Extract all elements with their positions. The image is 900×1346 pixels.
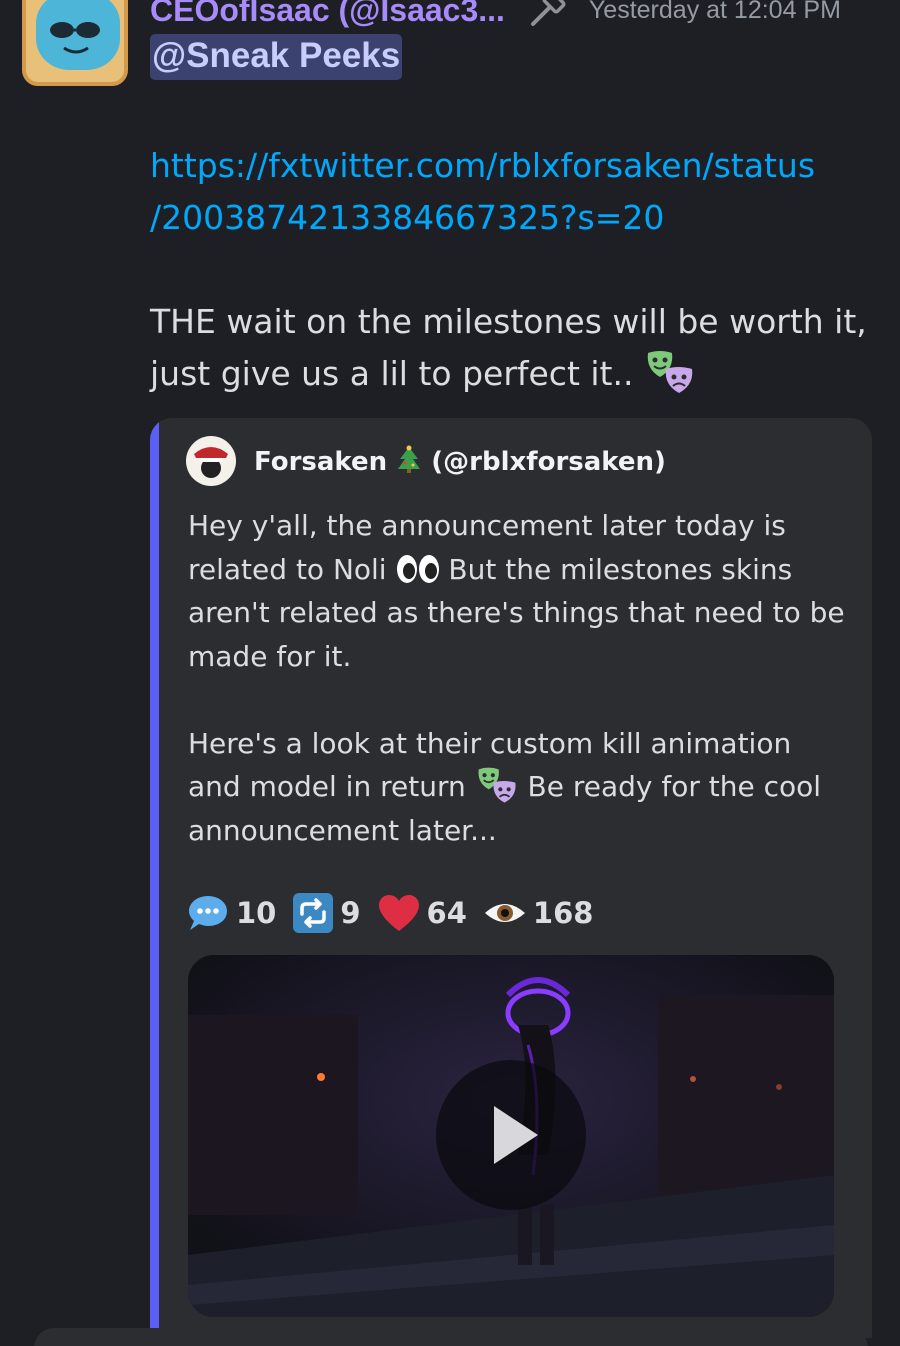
replies-stat: 10 <box>186 893 276 933</box>
author-name[interactable]: CEOofIsaac (@Isaac3... <box>150 0 505 29</box>
eyes-emoji <box>396 554 439 583</box>
tweet-link-line1[interactable]: https://fxtwitter.com/rblxforsaken/statu… <box>150 140 850 192</box>
message-text: THE wait on the milestones will be worth… <box>150 302 867 393</box>
message-composer[interactable] <box>34 1328 868 1346</box>
hammer-icon <box>530 0 566 26</box>
message-timestamp: Yesterday at 12:04 PM <box>588 0 841 24</box>
repeat-icon <box>293 893 334 933</box>
role-mention[interactable]: @Sneak Peeks <box>150 34 403 80</box>
retweets-stat: 9 <box>292 892 361 934</box>
embed-author-name[interactable]: Forsaken (@rblxforsaken) <box>254 445 666 477</box>
embed-paragraph-1: Hey y'all, the announcement later today … <box>188 504 848 678</box>
embed-author-display-name: Forsaken <box>254 447 388 477</box>
play-icon <box>494 1106 538 1164</box>
message-content: THE wait on the milestones will be worth… <box>150 296 870 400</box>
likes-stat: 64 <box>377 893 467 933</box>
play-button[interactable] <box>436 1060 586 1210</box>
tweet-link[interactable]: https://fxtwitter.com/rblxforsaken/statu… <box>150 140 850 244</box>
embed-accent-bar <box>150 418 159 1338</box>
masks-emoji <box>478 767 516 803</box>
replies-count: 10 <box>236 896 277 930</box>
embed-paragraph-2: Here's a look at their custom kill anima… <box>188 722 848 853</box>
views-stat: 168 <box>483 896 594 930</box>
tweet-link-line2[interactable]: /2003874213384667325?s=20 <box>150 192 850 244</box>
retweets-count: 9 <box>340 896 361 930</box>
likes-count: 64 <box>426 896 467 930</box>
tweet-embed[interactable]: Forsaken (@rblxforsaken) Hey y'all, the … <box>150 418 872 1338</box>
heart-icon <box>378 895 419 931</box>
speech-bubble-icon <box>189 896 227 930</box>
message-header: CEOofIsaac (@Isaac3... Yesterday at 12:0… <box>150 0 880 30</box>
eye-icon <box>484 904 525 922</box>
embed-author-avatar <box>186 436 236 486</box>
video-thumbnail[interactable] <box>188 955 834 1317</box>
tweet-stats: 10 9 64 168 <box>186 892 609 934</box>
embed-body: Hey y'all, the announcement later today … <box>188 504 848 896</box>
views-count: 168 <box>532 896 594 930</box>
embed-author-handle: (@rblxforsaken) <box>431 447 666 477</box>
masks-emoji <box>647 351 693 393</box>
embed-author[interactable]: Forsaken (@rblxforsaken) <box>186 436 666 486</box>
christmas-tree-emoji <box>398 445 421 473</box>
user-avatar[interactable] <box>22 0 128 86</box>
